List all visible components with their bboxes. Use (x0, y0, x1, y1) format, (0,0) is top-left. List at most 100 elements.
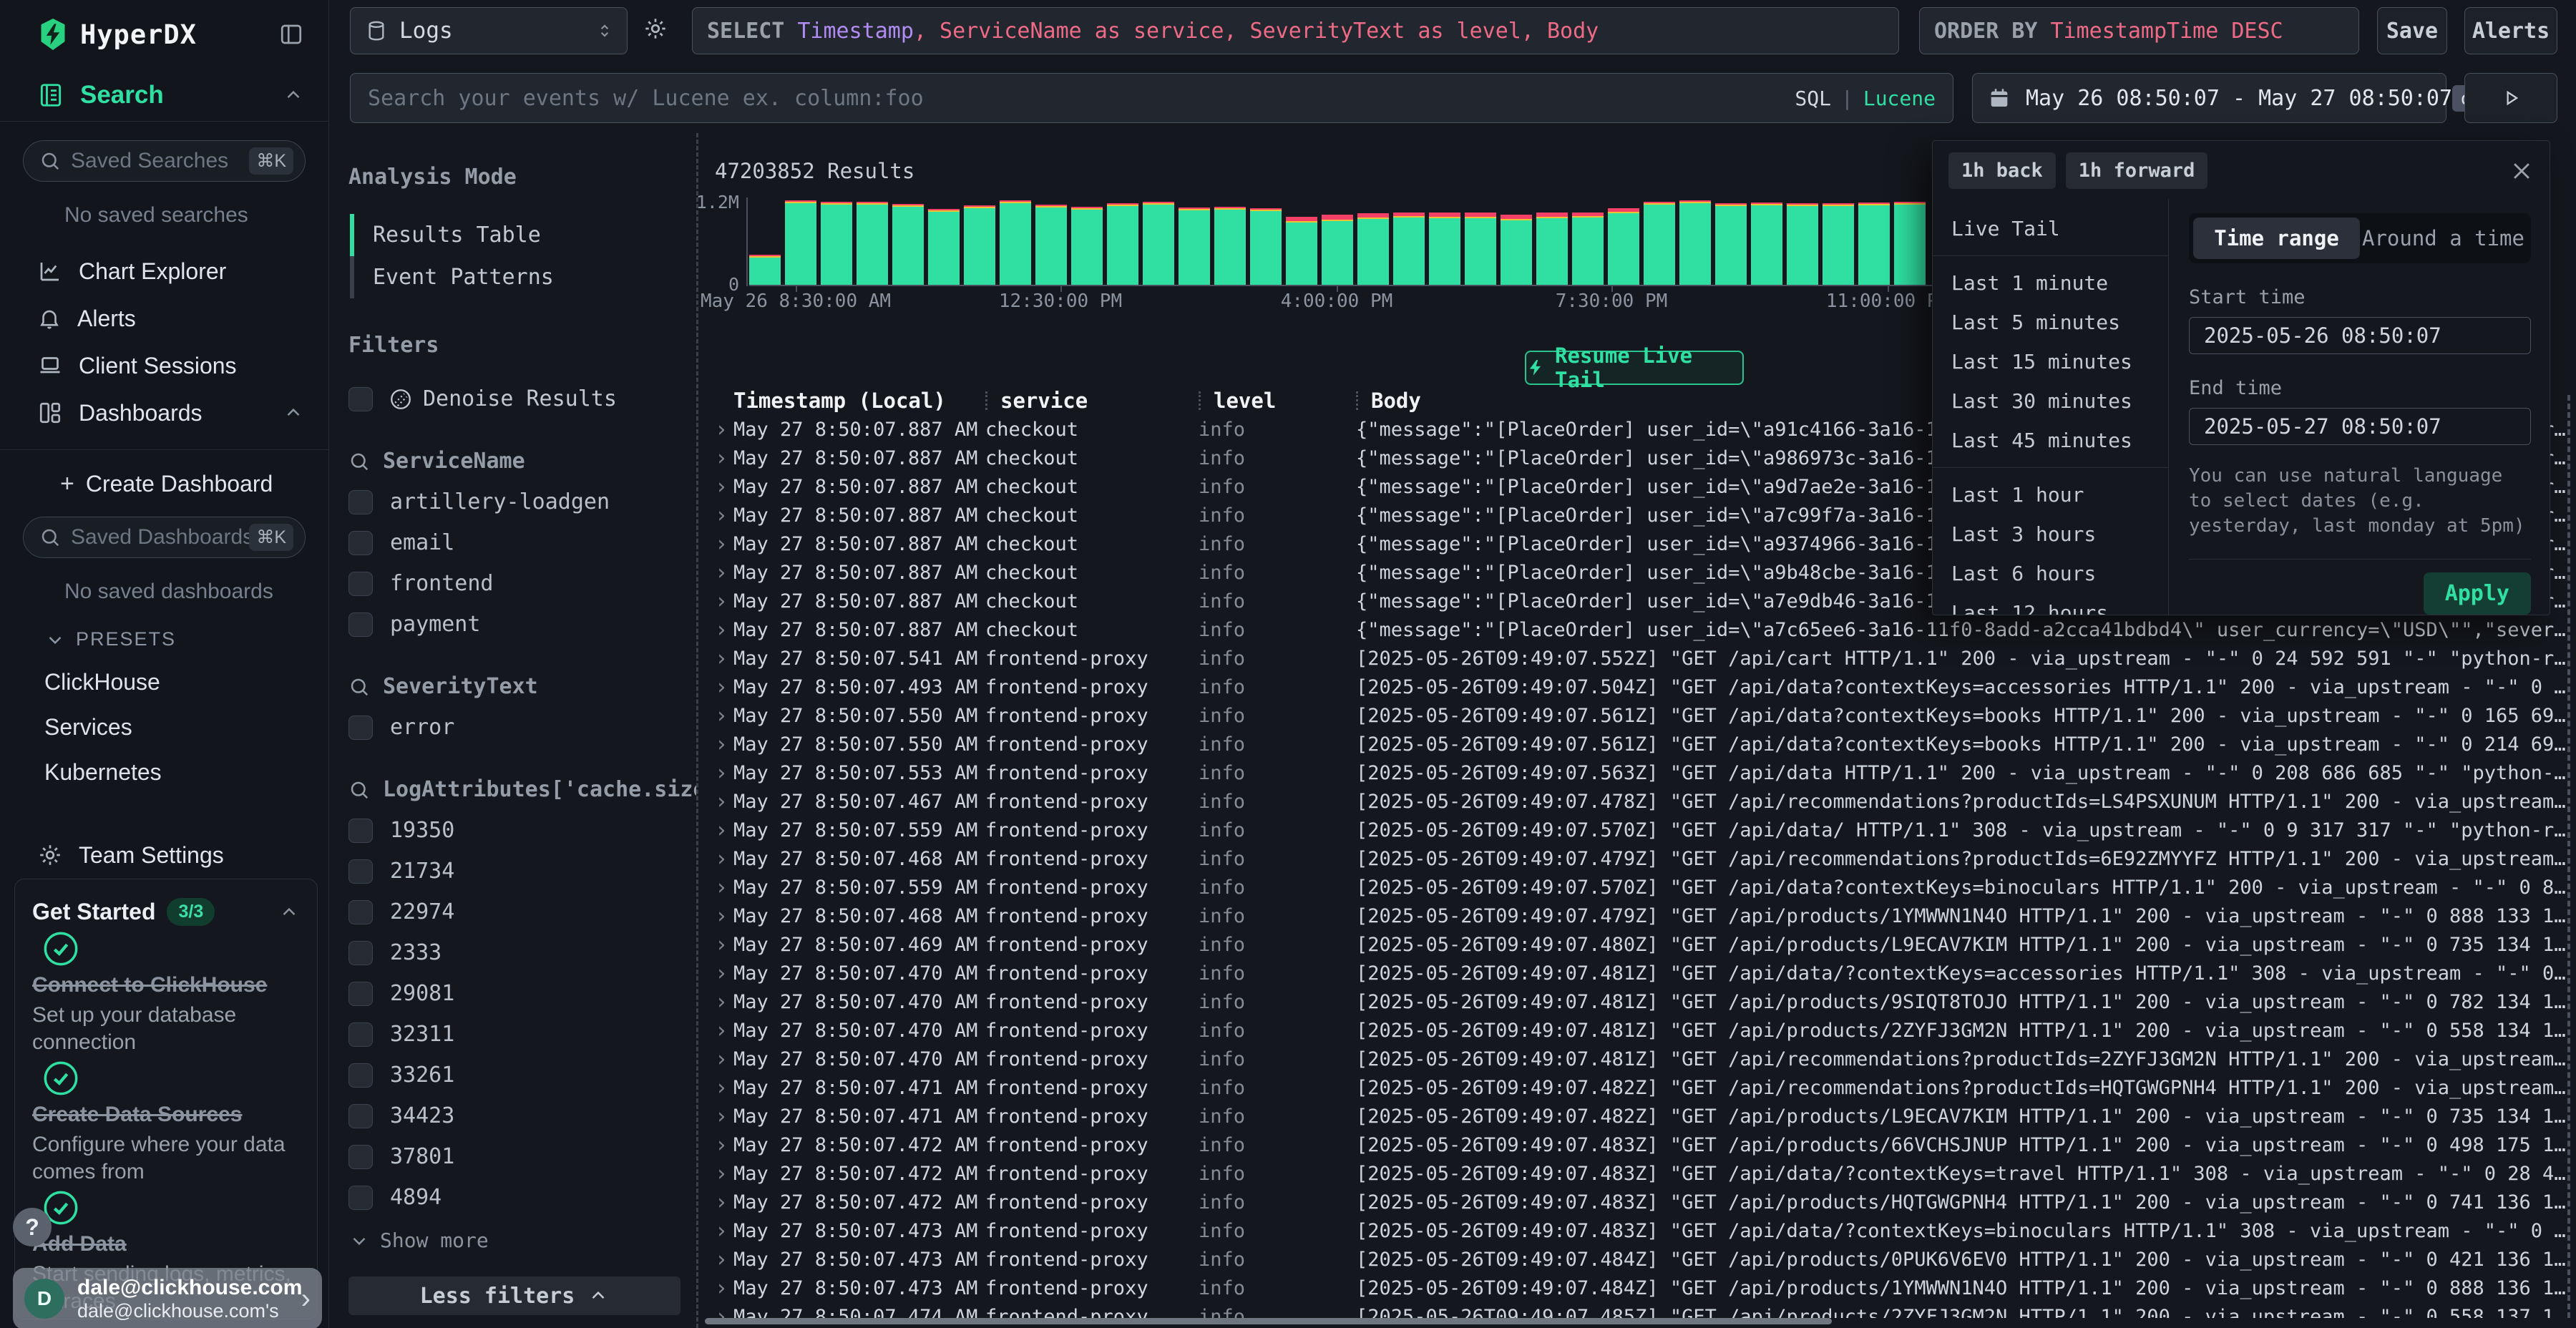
time-preset-last-3-hours[interactable]: Last 3 hours (1933, 514, 2168, 554)
lang-lucene-toggle[interactable]: Lucene (1863, 87, 1936, 110)
tab-around-a-time[interactable]: Around a time (2360, 218, 2527, 259)
histogram-bar[interactable] (821, 197, 852, 285)
histogram-bar[interactable] (1572, 197, 1604, 285)
row-expand-chevron[interactable]: › (715, 1018, 733, 1043)
histogram-bar[interactable] (1107, 197, 1138, 285)
source-settings-gear-icon[interactable] (643, 16, 668, 42)
histogram-bar[interactable] (1357, 197, 1389, 285)
row-expand-chevron[interactable]: › (715, 474, 733, 499)
checkbox[interactable] (348, 982, 373, 1006)
get-started-item[interactable]: Create Data SourcesConfigure where your … (32, 1055, 300, 1185)
row-expand-chevron[interactable]: › (715, 617, 733, 643)
histogram-bar[interactable] (1322, 197, 1353, 285)
row-expand-chevron[interactable]: › (715, 675, 733, 700)
sidebar-item-search[interactable]: Search (0, 69, 328, 122)
checkbox[interactable] (348, 1063, 373, 1088)
row-expand-chevron[interactable]: › (715, 446, 733, 471)
histogram-bar[interactable] (1179, 197, 1210, 285)
histogram-bar[interactable] (928, 197, 960, 285)
histogram-bar[interactable] (1429, 197, 1460, 285)
table-row[interactable]: ›May 27 8:50:07.473 AMfrontend-proxyinfo… (705, 1216, 2576, 1245)
row-expand-chevron[interactable]: › (715, 1104, 733, 1129)
filter-checkbox-item[interactable]: artillery-loadgen (348, 489, 680, 514)
histogram-bar[interactable] (1071, 197, 1103, 285)
table-row[interactable]: ›May 27 8:50:07.471 AMfrontend-proxyinfo… (705, 1073, 2576, 1102)
chevron-up-icon[interactable] (278, 902, 300, 923)
table-row[interactable]: ›May 27 8:50:07.550 AMfrontend-proxyinfo… (705, 730, 2576, 758)
panel-resize-divider[interactable] (696, 133, 698, 1328)
column-header-timestamp[interactable]: Timestamp (Local) (733, 389, 985, 413)
time-preset-live-tail[interactable]: Live Tail (1933, 209, 2168, 248)
row-expand-chevron[interactable]: › (715, 1161, 733, 1186)
row-expand-chevron[interactable]: › (715, 1247, 733, 1272)
filter-checkbox-item[interactable]: 22974 (348, 899, 680, 924)
table-row[interactable]: ›May 27 8:50:07.472 AMfrontend-proxyinfo… (705, 1131, 2576, 1159)
table-row[interactable]: ›May 27 8:50:07.550 AMfrontend-proxyinfo… (705, 701, 2576, 730)
histogram-bar[interactable] (1286, 197, 1317, 285)
time-preset-last-45-minutes[interactable]: Last 45 minutes (1933, 421, 2168, 460)
denoise-results-toggle[interactable]: Denoise Results (348, 386, 680, 411)
saved-dashboards-field[interactable] (71, 525, 249, 550)
row-expand-chevron[interactable]: › (715, 875, 733, 900)
table-row[interactable]: ›May 27 8:50:07.468 AMfrontend-proxyinfo… (705, 844, 2576, 873)
checkbox[interactable] (348, 1022, 373, 1047)
histogram-bar[interactable] (1501, 197, 1532, 285)
table-row[interactable]: ›May 27 8:50:07.887 AMcheckoutinfo{"mess… (705, 615, 2576, 644)
row-expand-chevron[interactable]: › (715, 990, 733, 1015)
row-expand-chevron[interactable]: › (715, 503, 733, 528)
saved-dashboards-input[interactable]: ⌘K (23, 517, 306, 558)
time-preset-last-12-hours[interactable]: Last 12 hours (1933, 593, 2168, 615)
lang-sql-toggle[interactable]: SQL (1795, 87, 1831, 110)
table-row[interactable]: ›May 27 8:50:07.553 AMfrontend-proxyinfo… (705, 758, 2576, 787)
filter-checkbox-item[interactable]: 32311 (348, 1022, 680, 1047)
saved-searches-input[interactable]: ⌘K (23, 140, 306, 182)
help-button[interactable]: ? (13, 1208, 52, 1246)
presets-toggle[interactable]: PRESETS (44, 628, 328, 650)
row-expand-chevron[interactable]: › (715, 846, 733, 872)
select-query-input[interactable]: SELECT Timestamp, ServiceName as service… (692, 7, 1899, 54)
create-dashboard-button[interactable]: + Create Dashboard (60, 470, 328, 498)
chevron-up-icon[interactable] (283, 402, 304, 424)
checkbox[interactable] (348, 572, 373, 596)
table-row[interactable]: ›May 27 8:50:07.541 AMfrontend-proxyinfo… (705, 644, 2576, 673)
date-range-picker[interactable]: May 26 08:50:07 - May 27 08:50:07 d (1972, 73, 2446, 123)
user-menu[interactable]: D dale@clickhouse.com dale@clickhouse.co… (13, 1268, 322, 1328)
checkbox[interactable] (348, 1145, 373, 1169)
table-row[interactable]: ›May 27 8:50:07.473 AMfrontend-proxyinfo… (705, 1245, 2576, 1274)
row-expand-chevron[interactable]: › (715, 961, 733, 986)
close-icon[interactable] (2509, 159, 2534, 183)
start-time-input[interactable] (2204, 323, 2516, 348)
chevron-up-icon[interactable] (283, 84, 304, 106)
filter-checkbox-item[interactable]: 2333 (348, 940, 680, 965)
time-preset-last-15-minutes[interactable]: Last 15 minutes (1933, 342, 2168, 381)
histogram-bar[interactable] (1608, 197, 1639, 285)
start-time-field[interactable] (2189, 317, 2531, 354)
table-row[interactable]: ›May 27 8:50:07.470 AMfrontend-proxyinfo… (705, 959, 2576, 987)
table-scrollbar-vertical[interactable] (2567, 395, 2570, 1318)
back-1h-button[interactable]: 1h back (1948, 152, 2056, 189)
row-expand-chevron[interactable]: › (715, 1133, 733, 1158)
row-expand-chevron[interactable]: › (715, 761, 733, 786)
filter-checkbox-item[interactable]: 34423 (348, 1103, 680, 1128)
resume-live-tail-button[interactable]: Resume Live Tail (1525, 351, 1744, 385)
histogram-bar[interactable] (1465, 197, 1496, 285)
column-resize-handle[interactable] (985, 391, 987, 410)
checkbox[interactable] (348, 859, 373, 884)
less-filters-button[interactable]: Less filters (348, 1276, 680, 1315)
checkbox[interactable] (348, 387, 373, 411)
tab-time-range[interactable]: Time range (2193, 218, 2360, 259)
column-resize-handle[interactable] (1356, 391, 1358, 410)
histogram-bar[interactable] (1715, 197, 1747, 285)
histogram-bar[interactable] (749, 197, 781, 285)
row-expand-chevron[interactable]: › (715, 1304, 733, 1319)
checkbox[interactable] (348, 490, 373, 514)
filter-checkbox-item[interactable]: 21734 (348, 859, 680, 884)
table-row[interactable]: ›May 27 8:50:07.470 AMfrontend-proxyinfo… (705, 1016, 2576, 1045)
row-expand-chevron[interactable]: › (715, 1047, 733, 1072)
filter-checkbox-item[interactable]: payment (348, 612, 680, 637)
sidebar-item-team-settings[interactable]: Team Settings (0, 831, 328, 879)
row-expand-chevron[interactable]: › (715, 417, 733, 442)
order-by-input[interactable]: ORDER BY TimestampTime DESC (1919, 7, 2359, 54)
get-started-header[interactable]: Get Started 3/3 (32, 898, 300, 926)
filter-checkbox-item[interactable]: 19350 (348, 818, 680, 843)
